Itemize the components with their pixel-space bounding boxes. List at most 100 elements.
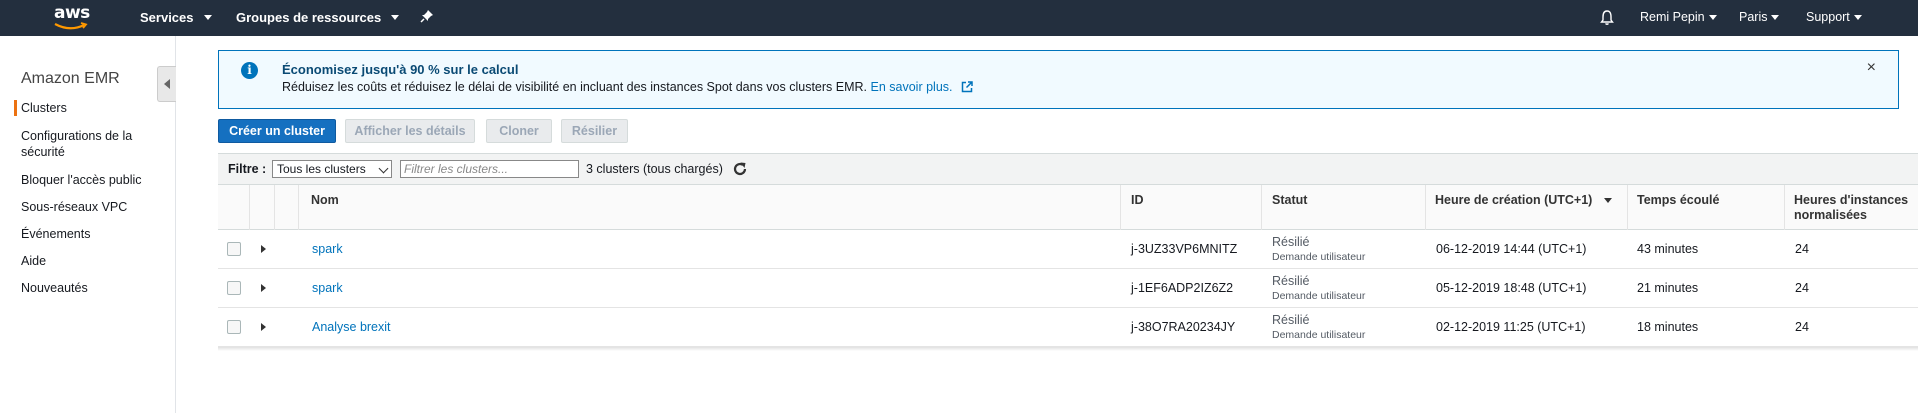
filter-bar: Filtre : Tous les clusters Filtrer les c… (218, 153, 1918, 185)
cluster-status-detail: Demande utilisateur (1272, 290, 1366, 302)
resource-groups-label: Groupes de ressources (236, 10, 382, 25)
resource-groups-menu[interactable]: Groupes de ressources (236, 10, 400, 25)
column-divider (1784, 185, 1785, 230)
sidebar-item-events[interactable]: Événements (21, 226, 161, 242)
alert-title: Économisez jusqu'à 90 % sur le calcul (282, 62, 519, 77)
sidebar-item-whats-new[interactable]: Nouveautés (21, 280, 161, 296)
column-header-name[interactable]: Nom (311, 193, 339, 208)
services-menu[interactable]: Services (140, 10, 212, 25)
sidebar-item-clusters[interactable]: Clusters (14, 100, 161, 116)
support-menu[interactable]: Support (1806, 10, 1862, 24)
external-link-icon[interactable] (961, 81, 973, 93)
region-menu[interactable]: Paris (1739, 10, 1780, 24)
sidebar-item-vpc-subnets[interactable]: Sous-réseaux VPC (21, 199, 161, 215)
close-icon[interactable]: × (1867, 59, 1876, 77)
column-header-id[interactable]: ID (1131, 193, 1144, 208)
top-navigation-bar: aws Services Groupes de ressources Remi … (0, 0, 1918, 36)
create-cluster-button[interactable]: Créer un cluster (218, 119, 336, 143)
alert-body-text: Réduisez les coûts et réduisez le délai … (282, 80, 868, 94)
cluster-filter-value: Tous les clusters (277, 162, 366, 176)
sort-descending-icon (1604, 198, 1613, 203)
pin-button[interactable] (420, 9, 434, 23)
column-divider (1120, 185, 1121, 230)
cluster-elapsed-time: 43 minutes (1637, 242, 1699, 256)
cluster-normalized-hours: 24 (1795, 320, 1809, 334)
cluster-name-link[interactable]: spark (312, 242, 343, 256)
table-row[interactable]: spark j-3UZ33VP6MNITZ Résilié Demande ut… (218, 230, 1918, 269)
cluster-status-detail: Demande utilisateur (1272, 329, 1366, 341)
sidebar: Amazon EMR Clusters Configurations de la… (0, 36, 176, 413)
cluster-id: j-3UZ33VP6MNITZ (1131, 242, 1238, 256)
chevron-down-icon (1771, 14, 1780, 20)
column-divider (1425, 185, 1426, 230)
column-header-elapsed[interactable]: Temps écoulé (1637, 193, 1719, 208)
table-bottom-shadow (218, 347, 1918, 351)
row-checkbox[interactable] (227, 281, 241, 295)
learn-more-link[interactable]: En savoir plus. (871, 80, 953, 94)
cluster-id: j-38O7RA20234JY (1131, 320, 1236, 334)
collapse-left-icon (164, 79, 170, 89)
column-divider (1261, 185, 1262, 230)
cluster-name-link[interactable]: spark (312, 281, 343, 295)
cluster-normalized-hours: 24 (1795, 242, 1809, 256)
column-divider (298, 185, 299, 230)
terminate-button[interactable]: Résilier (561, 119, 628, 143)
column-header-status[interactable]: Statut (1272, 193, 1307, 208)
cluster-id: j-1EF6ADP2IZ6Z2 (1131, 281, 1234, 295)
sidebar-title: Amazon EMR (21, 70, 120, 87)
clusters-table-header: Nom ID Statut Heure de création (UTC+1) … (218, 185, 1918, 230)
cluster-status-detail: Demande utilisateur (1272, 251, 1366, 263)
chevron-down-icon (203, 15, 212, 20)
cluster-elapsed-time: 18 minutes (1637, 320, 1699, 334)
spot-instances-alert: i Économisez jusqu'à 90 % sur le calcul … (218, 50, 1899, 109)
cluster-status: Résilié (1272, 235, 1310, 249)
filter-label: Filtre : (228, 162, 267, 176)
cluster-normalized-hours: 24 (1795, 281, 1809, 295)
cluster-status: Résilié (1272, 274, 1310, 288)
cluster-status: Résilié (1272, 313, 1310, 327)
sidebar-collapse-button[interactable] (157, 66, 176, 102)
services-label: Services (140, 10, 194, 25)
table-row[interactable]: spark j-1EF6ADP2IZ6Z2 Résilié Demande ut… (218, 269, 1918, 308)
cluster-filter-select[interactable]: Tous les clusters (272, 160, 392, 178)
view-details-button[interactable]: Afficher les détails (345, 119, 475, 143)
sidebar-item-block-public-access[interactable]: Bloquer l'accès public (21, 172, 161, 188)
support-label: Support (1806, 10, 1850, 24)
bell-icon (1600, 10, 1614, 25)
region-name: Paris (1739, 10, 1768, 24)
chevron-down-icon (1853, 14, 1862, 20)
expand-row-icon[interactable] (261, 284, 266, 292)
row-checkbox[interactable] (227, 320, 241, 334)
column-header-created[interactable]: Heure de création (UTC+1) (1435, 193, 1613, 208)
column-divider (1627, 185, 1628, 230)
alert-body-line: Réduisez les coûts et réduisez le délai … (282, 80, 973, 94)
notifications-button[interactable] (1599, 9, 1615, 26)
cluster-elapsed-time: 21 minutes (1637, 281, 1699, 295)
table-row[interactable]: Analyse brexit j-38O7RA20234JY Résilié D… (218, 308, 1918, 347)
info-icon: i (241, 62, 258, 79)
aws-logo[interactable]: aws (52, 3, 92, 33)
sidebar-item-help[interactable]: Aide (21, 253, 161, 269)
column-header-normalized-hours[interactable]: Heures d'instances normalisées (1794, 193, 1914, 223)
chevron-down-icon (1708, 14, 1717, 20)
cluster-count: 3 clusters (tous chargés) (586, 162, 723, 176)
aws-logo-text: aws (54, 3, 90, 23)
clone-button[interactable]: Cloner (486, 119, 552, 143)
aws-smile-icon (54, 22, 88, 30)
chevron-down-icon (391, 15, 400, 20)
expand-row-icon[interactable] (261, 245, 266, 253)
cluster-created-time: 02-12-2019 11:25 (UTC+1) (1436, 320, 1586, 334)
refresh-icon[interactable] (731, 160, 749, 178)
cluster-search-input[interactable]: Filtrer les clusters... (400, 160, 579, 178)
sidebar-item-security-configurations[interactable]: Configurations de la sécurité (21, 128, 151, 160)
cluster-created-time: 05-12-2019 18:48 (UTC+1) (1436, 281, 1587, 295)
column-divider (249, 185, 250, 230)
cluster-name-link[interactable]: Analyse brexit (312, 320, 391, 334)
user-name: Remi Pepin (1640, 10, 1705, 24)
expand-row-icon[interactable] (261, 323, 266, 331)
cluster-created-time: 06-12-2019 14:44 (UTC+1) (1436, 242, 1587, 256)
chevron-down-icon (378, 163, 389, 174)
pin-icon (420, 10, 433, 23)
user-menu[interactable]: Remi Pepin (1640, 10, 1717, 24)
row-checkbox[interactable] (227, 242, 241, 256)
